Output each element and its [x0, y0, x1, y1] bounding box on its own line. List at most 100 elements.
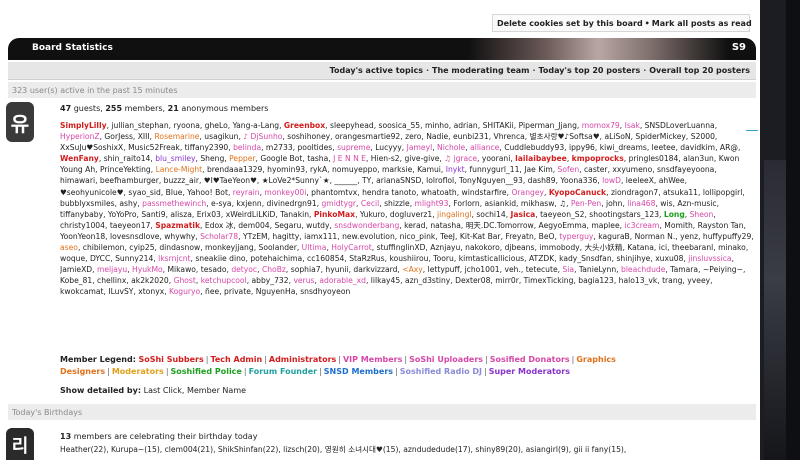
online-user-link[interactable]: monkey00i [264, 188, 306, 197]
online-user-link[interactable]: YoYoPro [108, 210, 137, 219]
show-detailed-options[interactable]: Last Click, Member Name [144, 386, 246, 395]
online-user-link[interactable]: detyoc [231, 265, 257, 274]
online-user-link[interactable]: ChoBz [262, 265, 286, 274]
online-user-link[interactable]: Hien-s2 [371, 154, 400, 163]
online-user-link[interactable]: tiffany2390 [185, 143, 229, 152]
online-user-link[interactable]: YTzEM [243, 232, 268, 241]
online-user-link[interactable]: sochi14 [476, 210, 505, 219]
online-user-link[interactable]: JamieXD [60, 265, 92, 274]
online-user-link[interactable]: BeO [539, 232, 555, 241]
online-user-link[interactable]: ♫ jgrace [444, 154, 477, 163]
online-user-link[interactable]: ñee [205, 287, 219, 296]
online-user-link[interactable]: Azn-music [677, 199, 716, 208]
online-user-link[interactable]: ic3cream [624, 221, 659, 230]
online-user-link[interactable]: Freyatn [505, 232, 533, 241]
online-user-link[interactable]: caster [584, 165, 608, 174]
online-user-link[interactable]: Mikawo [167, 265, 195, 274]
online-user-link[interactable]: GorJess [104, 132, 132, 141]
online-user-link[interactable]: aseo [60, 243, 78, 252]
online-user-link[interactable]: 明天.DC.Tomorrow [466, 221, 534, 230]
online-user-link[interactable]: Katana [627, 243, 654, 252]
online-user-link[interactable]: ♥I♥TaeYeon♥ [204, 176, 257, 185]
online-user-link[interactable]: KyopoCanuck [549, 188, 606, 197]
online-user-link[interactable]: Blue [166, 188, 183, 197]
online-user-link[interactable]: ahWee [659, 176, 685, 185]
online-user-link[interactable]: Yahoo! Bot [187, 188, 228, 197]
online-user-link[interactable]: abby_732 [252, 276, 289, 285]
online-user-link[interactable]: christy1004 [60, 221, 105, 230]
online-user-link[interactable]: Tooru [433, 254, 454, 263]
online-user-link[interactable]: sleepyhead [330, 121, 374, 130]
online-user-link[interactable]: lollipopgirl [703, 188, 743, 197]
online-user-link[interactable]: Kit-Kat Bar [460, 232, 501, 241]
online-user-link[interactable]: Cecil [361, 199, 379, 208]
online-user-link[interactable]: PinkoMax [314, 210, 355, 219]
online-user-link[interactable]: kaguraB [598, 232, 630, 241]
online-user-link[interactable]: asiankid [485, 199, 517, 208]
online-user-link[interactable]: ______ [334, 176, 357, 185]
online-user-link[interactable]: supreme [337, 143, 370, 152]
online-user-link[interactable]: tetecute [526, 265, 558, 274]
online-user-link[interactable]: AR@ [720, 143, 738, 152]
online-user-link[interactable]: jcho1001 [465, 265, 500, 274]
online-user-link[interactable]: leeleeX [626, 176, 654, 185]
online-user-link[interactable]: Kobe_81 [60, 276, 92, 285]
online-user-link[interactable]: Isak [625, 121, 640, 130]
legend-group-item[interactable]: Administrators [269, 355, 336, 364]
online-user-link[interactable]: djbeans [505, 243, 535, 252]
online-user-link[interactable]: kwokcamat [60, 287, 104, 296]
online-user-link[interactable]: PrinceYekting [100, 165, 151, 174]
online-user-link[interactable]: private [224, 287, 251, 296]
online-user-link[interactable]: ♥seohyunicole♥ [60, 188, 124, 197]
online-user-link[interactable]: dem004 [238, 221, 269, 230]
online-user-link[interactable]: whatoath [421, 188, 457, 197]
online-user-link[interactable]: hagitty [272, 232, 299, 241]
online-user-link[interactable]: reyrain [233, 188, 260, 197]
online-user-link[interactable]: Yoona336 [560, 176, 597, 185]
online-user-link[interactable]: wis [660, 199, 672, 208]
legend-group-item[interactable]: Moderators [112, 367, 164, 376]
online-user-link[interactable]: orangesmartie92 [335, 132, 400, 141]
online-user-link[interactable]: alisza [170, 210, 191, 219]
online-user-link[interactable]: Forlorn [453, 199, 479, 208]
online-user-link[interactable]: SimplyLilly [60, 121, 107, 130]
legend-group-item[interactable]: SoShi Subbers [138, 355, 203, 364]
online-user-link[interactable]: Nichole [437, 143, 465, 152]
online-user-link[interactable]: TanieLynn [579, 265, 616, 274]
online-user-link[interactable]: Rayston Tan [698, 221, 744, 230]
online-user-link[interactable]: Norman N. [635, 232, 676, 241]
online-user-link[interactable]: shootingstars_123 [589, 210, 659, 219]
online-user-link[interactable]: Santi9 [141, 210, 165, 219]
online-user-link[interactable]: new.evolution [342, 232, 395, 241]
online-user-link[interactable]: darkvizzard [353, 265, 397, 274]
online-user-link[interactable]: davidkim [680, 143, 715, 152]
online-user-link[interactable]: jingalingl [437, 210, 471, 219]
online-user-link[interactable]: dogluverz1 [390, 210, 432, 219]
online-user-link[interactable]: kady_Snsdfan [559, 254, 612, 263]
online-user-link[interactable]: yoorani [482, 154, 510, 163]
online-user-link[interactable]: dindasnow [159, 243, 200, 252]
online-user-link[interactable]: whywhy [164, 232, 195, 241]
online-user-link[interactable]: potehaichima [250, 254, 302, 263]
online-user-link[interactable]: Momith [664, 221, 693, 230]
online-user-link[interactable]: ♫ [559, 199, 566, 208]
online-user-link[interactable]: HolyCarrot [331, 243, 371, 252]
online-user-link[interactable]: funnygurl_11 [469, 165, 519, 174]
online-user-link[interactable]: xtonyx [138, 287, 164, 296]
online-user-link[interactable]: lettypuff [428, 265, 460, 274]
online-user-link[interactable]: minho [425, 121, 449, 130]
online-user-link[interactable]: buzzz_air [164, 176, 199, 185]
legend-group-item[interactable]: Tech Admin [210, 355, 262, 364]
online-user-link[interactable]: ♪ DjSunho [243, 132, 282, 141]
online-user-link[interactable]: shin_raito14 [104, 154, 151, 163]
online-user-link[interactable]: Scholar78 [200, 232, 238, 241]
online-user-link[interactable]: Dexter08 [455, 276, 490, 285]
online-user-link[interactable]: lksrnjcnt [158, 254, 190, 263]
online-user-link[interactable]: Segaru [274, 221, 301, 230]
online-user-link[interactable]: shizzle [384, 199, 410, 208]
online-user-link[interactable]: jinsluvssica [688, 254, 731, 263]
online-user-link[interactable]: beefhamburger [100, 176, 159, 185]
online-user-link[interactable]: HyukMo [132, 265, 163, 274]
online-user-link[interactable]: Tanakin [280, 210, 309, 219]
online-user-link[interactable]: Edox 冰 [205, 221, 234, 230]
